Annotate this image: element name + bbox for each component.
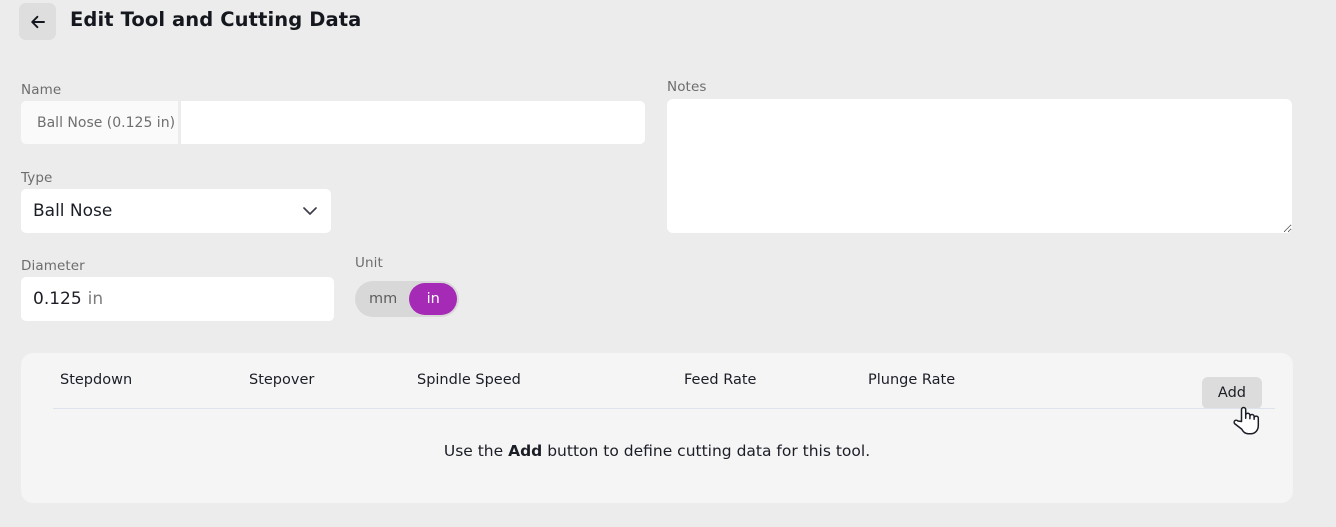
diameter-input[interactable]: 0.125 in <box>21 277 334 321</box>
add-button[interactable]: Add <box>1201 377 1262 409</box>
diameter-value: 0.125 <box>33 289 82 309</box>
page-title: Edit Tool and Cutting Data <box>70 8 362 31</box>
chevron-down-icon <box>295 206 325 216</box>
name-input[interactable] <box>181 101 645 144</box>
unit-option-mm[interactable]: mm <box>357 283 409 315</box>
column-header-feed-rate: Feed Rate <box>684 372 757 388</box>
type-select[interactable]: Ball Nose <box>21 189 331 233</box>
unit-label: Unit <box>355 255 383 271</box>
type-selected-value: Ball Nose <box>33 201 113 221</box>
notes-textarea[interactable] <box>667 99 1292 233</box>
arrow-left-icon <box>28 12 48 32</box>
empty-message-bold: Add <box>508 442 543 460</box>
cutting-data-card: Stepdown Stepover Spindle Speed Feed Rat… <box>21 353 1293 503</box>
empty-message-part-2: button to define cutting data for this t… <box>542 442 871 460</box>
table-header-divider <box>53 408 1275 409</box>
cutting-data-table-header: Stepdown Stepover Spindle Speed Feed Rat… <box>21 353 1293 409</box>
column-header-stepdown: Stepdown <box>60 372 133 388</box>
column-header-stepover: Stepover <box>249 372 315 388</box>
unit-toggle[interactable]: mm in <box>355 281 460 317</box>
name-field-group: Ball Nose (0.125 in) <box>21 101 645 144</box>
unit-option-in[interactable]: in <box>409 283 458 315</box>
empty-state-message: Use the Add button to define cutting dat… <box>21 442 1293 460</box>
type-label: Type <box>21 170 53 186</box>
name-label: Name <box>21 82 62 98</box>
column-header-spindle-speed: Spindle Speed <box>417 372 521 388</box>
back-button[interactable] <box>19 3 56 40</box>
diameter-label: Diameter <box>21 258 85 274</box>
notes-label: Notes <box>667 79 707 95</box>
column-header-plunge-rate: Plunge Rate <box>868 372 956 388</box>
diameter-unit-suffix: in <box>87 289 104 309</box>
page-header: Edit Tool and Cutting Data <box>0 0 1336 44</box>
name-prefix-text: Ball Nose (0.125 in) <box>21 101 178 144</box>
empty-message-part-1: Use the <box>443 442 509 460</box>
